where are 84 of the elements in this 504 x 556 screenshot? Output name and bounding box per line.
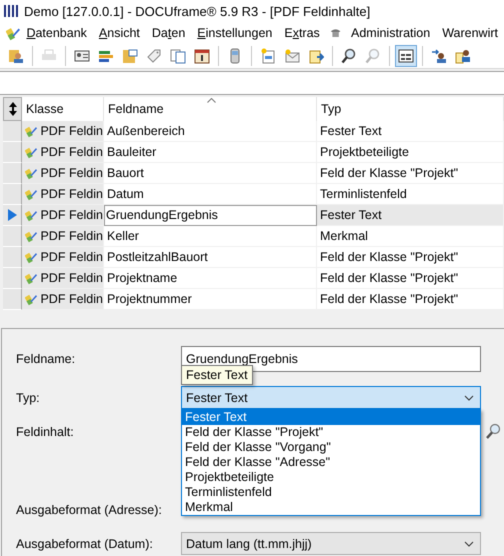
table-cell: PDF Feldin xyxy=(22,268,104,289)
table-cell: Projektname xyxy=(104,268,317,289)
table-cell: PDF Feldin xyxy=(22,247,104,268)
menu-item[interactable]: Datenbank xyxy=(20,26,93,40)
dropdown-option[interactable]: Fester Text xyxy=(182,410,480,425)
row-header[interactable] xyxy=(3,142,22,163)
new-mail-icon xyxy=(284,48,300,64)
table-cell: Feld der Klasse "Projekt" xyxy=(317,247,504,268)
table-cell: PDF Feldin xyxy=(22,205,104,226)
field-label: Ausgabeformat (Datum): xyxy=(16,536,154,551)
id-card-icon xyxy=(74,48,90,64)
menu-item[interactable]: Daten xyxy=(146,26,192,40)
table-cell: Feld der Klasse "Projekt" xyxy=(317,268,504,289)
menu-item[interactable]: Administration xyxy=(345,26,436,40)
field-label: Feldname: xyxy=(16,352,76,366)
telephone-icon[interactable] xyxy=(330,27,341,39)
menu-item[interactable]: Extras xyxy=(278,26,326,40)
dropdown[interactable]: Datum lang (tt.mm.jhjj) xyxy=(181,532,481,556)
table-cell: PDF Feldin xyxy=(22,184,104,205)
pencil-block-icon[interactable] xyxy=(6,25,20,41)
window-button[interactable] xyxy=(395,45,417,67)
field-label: Typ: xyxy=(16,390,41,405)
new-doc-icon xyxy=(260,48,276,64)
table-cell: Feld der Klasse "Projekt" xyxy=(317,163,504,184)
window-title: Demo [127.0.0.1] - DOCUframe® 5.9 R3 - [PDF Feldinhalte] xyxy=(24,4,370,18)
people-doc-icon xyxy=(455,48,471,64)
table-cell: Projektnummer xyxy=(104,289,317,310)
table-cell: Merkmal xyxy=(317,226,504,247)
people-arrow-icon xyxy=(431,48,447,64)
field-label: Feldinhalt: xyxy=(16,424,75,439)
table-cell: PDF Feldin xyxy=(22,142,104,163)
row-header[interactable] xyxy=(3,247,22,268)
row-header[interactable] xyxy=(3,163,22,184)
tag-icon xyxy=(146,48,162,64)
menu-item[interactable]: Einstellungen xyxy=(191,26,278,40)
dropdown-option[interactable]: Feld der Klasse "Vorgang" xyxy=(182,440,480,455)
documents-icon xyxy=(170,48,186,64)
menu-item[interactable]: Warenwirt xyxy=(436,26,504,40)
current-row-icon xyxy=(8,209,16,221)
search-icon xyxy=(365,48,381,64)
sort-caret-icon xyxy=(207,98,216,103)
app-logo-icon xyxy=(4,4,18,18)
person-folder-icon xyxy=(8,48,24,64)
search-icon[interactable] xyxy=(485,423,501,440)
table-cell: Bauort xyxy=(104,163,317,184)
table-cell: PDF Feldin xyxy=(22,226,104,247)
table-cell: PDF Feldin xyxy=(22,121,104,142)
row-header[interactable] xyxy=(3,205,22,226)
dropdown-option[interactable]: Projektbeteiligte xyxy=(182,470,480,485)
bars-icon xyxy=(98,48,114,64)
table-cell[interactable]: GruendungErgebnis xyxy=(104,205,317,226)
window-icon xyxy=(398,48,414,64)
tooltip: Fester Text xyxy=(181,365,253,385)
menu-item[interactable]: Ansicht xyxy=(92,26,146,40)
dropdown-option[interactable]: Merkmal xyxy=(182,500,480,515)
dropdown-option[interactable]: Feld der Klasse "Adresse" xyxy=(182,455,480,470)
dropdown-option[interactable]: Terminlistenfeld xyxy=(182,485,480,500)
row-header[interactable] xyxy=(3,226,22,247)
row-header[interactable] xyxy=(3,268,22,289)
table-cell: Terminlistenfeld xyxy=(317,184,504,205)
search-icon xyxy=(341,48,357,64)
table-cell: Fester Text xyxy=(317,205,504,226)
table-cell: Projektbeteiligte xyxy=(317,142,504,163)
table-cell: PDF Feldin xyxy=(22,163,104,184)
field-label: Ausgabeformat (Adresse): xyxy=(16,502,163,517)
calendar-icon xyxy=(194,48,210,64)
table-cell: Keller xyxy=(104,226,317,247)
folder-icon xyxy=(122,48,138,64)
table-cell: Feld der Klasse "Projekt" xyxy=(317,289,504,310)
chevron-down-icon xyxy=(464,540,474,547)
row-header[interactable] xyxy=(3,289,22,310)
table-cell: PostleitzahlBauort xyxy=(104,247,317,268)
new-forward-icon xyxy=(308,48,324,64)
table-cell: Außenbereich xyxy=(104,121,317,142)
dropdown[interactable]: Fester Text xyxy=(181,386,481,410)
row-resize-button[interactable] xyxy=(3,97,22,121)
table-cell: Fester Text xyxy=(317,121,504,142)
table-cell: PDF Feldin xyxy=(22,289,104,310)
row-header[interactable] xyxy=(3,184,22,205)
table-cell: Bauleiter xyxy=(104,142,317,163)
up-down-arrow-icon xyxy=(8,102,16,116)
dropdown-option[interactable]: Feld der Klasse "Projekt" xyxy=(182,425,480,440)
chevron-down-icon xyxy=(464,394,474,401)
table-cell: Datum xyxy=(104,184,317,205)
